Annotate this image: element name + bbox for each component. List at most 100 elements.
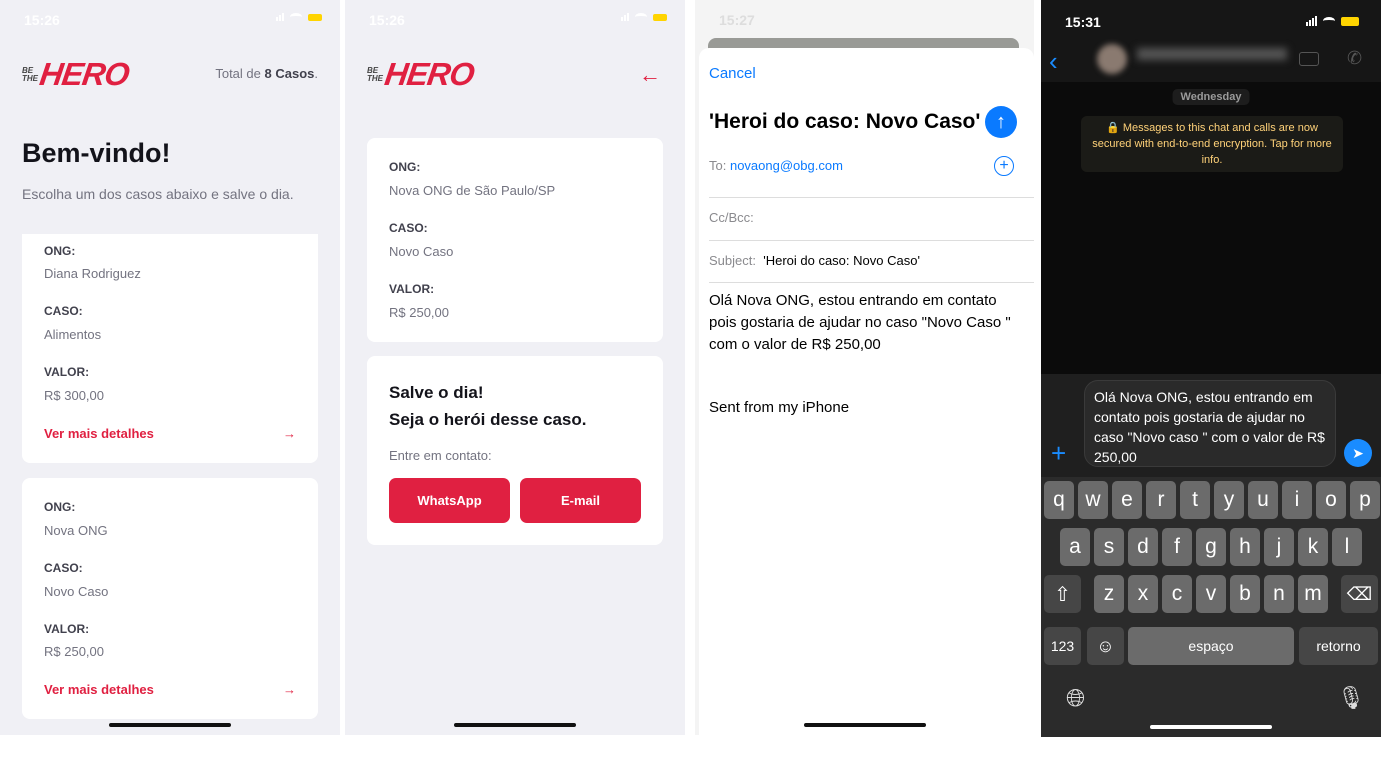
key-j[interactable]: j: [1264, 528, 1294, 566]
battery-icon: [1341, 16, 1359, 26]
email-button[interactable]: E-mail: [520, 478, 641, 523]
emoji-key[interactable]: ☺: [1087, 627, 1124, 665]
return-key[interactable]: retorno: [1299, 627, 1378, 665]
valor-label: VALOR:: [389, 282, 435, 296]
email-body[interactable]: Olá Nova ONG, estou entrando em contato …: [709, 290, 1019, 356]
key-c[interactable]: c: [1162, 575, 1192, 613]
home-indicator: [454, 723, 576, 727]
details-link[interactable]: Ver mais detalhes →: [44, 682, 296, 697]
whatsapp-button[interactable]: WhatsApp: [389, 478, 510, 523]
microphone-icon[interactable]: 🎙︎: [1337, 685, 1365, 711]
contact-avatar[interactable]: [1097, 44, 1127, 74]
backspace-key[interactable]: ⌫: [1341, 575, 1378, 613]
case-card: ONG: Nova ONG CASO: Novo Caso VALOR: R$ …: [22, 478, 318, 719]
key-k[interactable]: k: [1298, 528, 1328, 566]
contact-label: Entre em contato:: [389, 448, 492, 463]
key-u[interactable]: u: [1248, 481, 1278, 519]
signal-icon: [1306, 16, 1317, 26]
subject-field[interactable]: Subject: 'Heroi do caso: Novo Caso': [709, 241, 1034, 283]
home-indicator: [1150, 725, 1272, 729]
key-x[interactable]: x: [1128, 575, 1158, 613]
cc-bcc-field[interactable]: Cc/Bcc:: [709, 198, 1034, 241]
key-z[interactable]: z: [1094, 575, 1124, 613]
key-s[interactable]: s: [1094, 528, 1124, 566]
status-icons: [621, 13, 667, 21]
back-arrow-icon[interactable]: ←: [639, 62, 661, 88]
case-card: ONG: Diana Rodriguez CASO: Alimentos VAL…: [22, 234, 318, 463]
valor-value: R$ 250,00: [389, 305, 449, 320]
caso-value: Alimentos: [44, 327, 102, 342]
key-i[interactable]: i: [1282, 481, 1312, 519]
contact-name-blurred[interactable]: [1137, 48, 1287, 60]
ong-value: Nova ONG: [44, 523, 108, 538]
key-o[interactable]: o: [1316, 481, 1346, 519]
key-r[interactable]: r: [1146, 481, 1176, 519]
battery-icon: [308, 13, 322, 21]
encryption-notice[interactable]: 🔒 Messages to this chat and calls are no…: [1081, 116, 1343, 172]
composer-bar: + Olá Nova ONG, estou entrando em contat…: [1041, 374, 1381, 477]
home-indicator: [803, 723, 926, 727]
shift-key[interactable]: ⇧: [1044, 575, 1081, 613]
video-call-icon[interactable]: [1299, 52, 1319, 66]
space-key[interactable]: espaço: [1128, 627, 1294, 665]
numbers-key[interactable]: 123: [1044, 627, 1081, 665]
signal-icon: [621, 13, 629, 21]
add-contact-icon[interactable]: +: [994, 156, 1014, 176]
to-recipient[interactable]: novaong@obg.com: [730, 158, 843, 173]
key-p[interactable]: p: [1350, 481, 1380, 519]
battery-icon: [653, 13, 667, 21]
screen-home: 15:26 BE THE HERO Total de 8 Casos. Bem-v…: [0, 0, 340, 735]
key-h[interactable]: h: [1230, 528, 1260, 566]
status-icons: [276, 13, 322, 21]
key-q[interactable]: q: [1044, 481, 1074, 519]
wifi-icon: [635, 13, 647, 21]
total-cases: Total de 8 Casos.: [215, 66, 318, 81]
key-t[interactable]: t: [1180, 481, 1210, 519]
case-detail-card: ONG: Nova ONG de São Paulo/SP CASO: Novo…: [367, 138, 663, 342]
keyboard: qwertyuiop asdfghjkl zxcvbnm ⇧ ⌫ 123 ☺ esp…: [1041, 477, 1381, 737]
lock-icon: 🔒: [1106, 122, 1120, 134]
message-input[interactable]: Olá Nova ONG, estou entrando em contato …: [1084, 380, 1336, 467]
key-n[interactable]: n: [1264, 575, 1294, 613]
key-w[interactable]: w: [1078, 481, 1108, 519]
to-field[interactable]: To: novaong@obg.com +: [709, 156, 1034, 198]
screen-detail: 15:26 BE THE HERO ← ONG: Nova ONG de São …: [345, 0, 685, 735]
key-a[interactable]: a: [1060, 528, 1090, 566]
key-y[interactable]: y: [1214, 481, 1244, 519]
caso-label: CASO:: [389, 221, 428, 235]
cta-title: Salve o dia!: [389, 383, 484, 402]
logo: BE THE HERO: [22, 56, 132, 92]
globe-icon[interactable]: 🌐︎: [1066, 685, 1085, 713]
details-link[interactable]: Ver mais detalhes →: [44, 426, 296, 441]
arrow-right-icon: →: [283, 426, 296, 441]
key-l[interactable]: l: [1332, 528, 1362, 566]
phone-call-icon[interactable]: ✆: [1347, 48, 1362, 69]
key-d[interactable]: d: [1128, 528, 1158, 566]
send-arrow-icon[interactable]: ↑: [985, 106, 1017, 138]
ong-label: ONG:: [44, 500, 76, 514]
key-v[interactable]: v: [1196, 575, 1226, 613]
logo: BE THE HERO: [367, 56, 477, 92]
status-time: 15:26: [369, 12, 405, 28]
valor-value: R$ 250,00: [44, 644, 104, 659]
valor-value: R$ 300,00: [44, 388, 104, 403]
ong-value: Diana Rodriguez: [44, 266, 141, 281]
valor-label: VALOR:: [44, 365, 90, 379]
page-title: Bem-vindo!: [22, 138, 171, 168]
arrow-right-icon: →: [283, 682, 296, 697]
key-g[interactable]: g: [1196, 528, 1226, 566]
key-e[interactable]: e: [1112, 481, 1142, 519]
compose-sheet: Cancel 'Heroi do caso: Novo Caso' ↑ To: …: [699, 48, 1034, 735]
key-b[interactable]: b: [1230, 575, 1260, 613]
ong-label: ONG:: [44, 244, 76, 258]
key-m[interactable]: m: [1298, 575, 1328, 613]
send-icon[interactable]: ➤: [1344, 439, 1372, 467]
screen-whatsapp: 15:31 ‹ ✆ Wednesday 🔒 Messages to this c…: [1041, 0, 1381, 737]
ong-label: ONG:: [389, 160, 421, 174]
back-chevron-icon[interactable]: ‹: [1049, 46, 1058, 77]
status-time: 15:31: [1065, 14, 1101, 30]
cta-subtitle: Seja o herói desse caso.: [389, 410, 587, 429]
attach-plus-icon[interactable]: +: [1051, 438, 1066, 469]
cancel-button[interactable]: Cancel: [709, 65, 756, 82]
key-f[interactable]: f: [1162, 528, 1192, 566]
